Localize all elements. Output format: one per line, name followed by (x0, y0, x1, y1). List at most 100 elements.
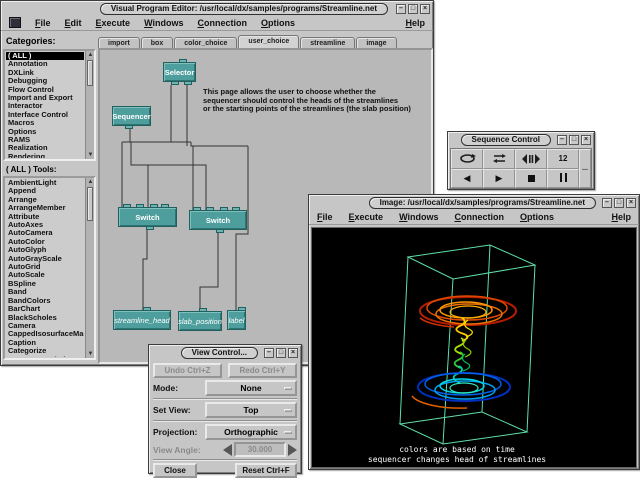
vpe-titlebar[interactable]: Visual Program Editor: /usr/local/dx/sam… (1, 1, 433, 15)
input-tab[interactable] (161, 204, 169, 208)
scroll-down-icon[interactable]: ▼ (87, 350, 94, 358)
node-streamline_head[interactable]: streamline_head (113, 310, 171, 330)
menu-file[interactable]: File (35, 18, 51, 28)
image-menubar: File Execute Windows Connection Options Help (309, 209, 639, 225)
maximize-icon[interactable]: □ (408, 4, 418, 14)
input-tab[interactable] (199, 308, 207, 312)
output-tab[interactable] (171, 81, 179, 85)
categories-label: Categories: (1, 36, 98, 48)
play-button[interactable]: ▶ (483, 169, 515, 189)
loop-button[interactable] (451, 149, 483, 169)
undo-button[interactable]: Undo Ctrl+Z (153, 363, 222, 378)
step-button[interactable] (515, 149, 547, 169)
input-tab[interactable] (193, 207, 201, 211)
frame-counter[interactable]: 12 (547, 149, 579, 169)
scroll-up-icon[interactable]: ▲ (87, 178, 94, 186)
view-control-titlebar[interactable]: View Control... – □ × (149, 345, 301, 359)
node-switch[interactable]: Switch (189, 210, 247, 230)
input-tab[interactable] (232, 207, 240, 211)
categories-scrollbar[interactable]: ▲ ▼ (85, 51, 94, 159)
node-label[interactable]: label (227, 310, 246, 330)
projection-label: Projection: (153, 427, 197, 437)
loop-icon (459, 153, 476, 164)
node-selector[interactable]: Selector (163, 62, 196, 82)
projection-dropdown[interactable]: Orthographic (205, 424, 297, 440)
menu-options[interactable]: Options (520, 212, 554, 222)
input-tab[interactable] (220, 207, 228, 211)
step-back-button[interactable]: ◀ (451, 169, 483, 189)
sequence-control-title: Sequence Control (461, 134, 551, 146)
tab-streamline[interactable]: streamline (300, 37, 355, 48)
redo-button[interactable]: Redo Ctrl+Y (228, 363, 297, 378)
node-slab_position[interactable]: slab_position (178, 311, 222, 331)
scroll-up-icon[interactable]: ▲ (87, 51, 94, 59)
expand-button[interactable]: ... (579, 149, 591, 188)
menu-help[interactable]: Help (405, 18, 425, 28)
wire (143, 227, 147, 310)
minimize-icon[interactable]: – (557, 135, 567, 145)
maximize-icon[interactable]: □ (569, 135, 579, 145)
stop-button[interactable] (515, 169, 547, 189)
tools-label: ( ALL ) Tools: (3, 161, 96, 176)
sequence-control-titlebar[interactable]: Sequence Control – □ × (448, 132, 594, 146)
tab-import[interactable]: import (98, 37, 140, 48)
menu-windows[interactable]: Windows (399, 212, 438, 222)
menu-execute[interactable]: Execute (96, 18, 131, 28)
streamline-visualization: colors are based on time sequencer chang… (312, 228, 636, 467)
close-button[interactable]: Close (153, 463, 197, 478)
output-tab[interactable] (184, 81, 192, 85)
minimize-icon[interactable]: – (602, 198, 612, 208)
tab-box[interactable]: box (141, 37, 173, 48)
close-icon[interactable]: × (288, 348, 298, 358)
tools-list: AmbientLightAppendArrangeArrangeMemberAt… (3, 176, 96, 360)
node-sequencer[interactable]: Sequencer (112, 106, 151, 126)
bottom-streamline-rings (412, 373, 510, 408)
palindrome-icon (492, 153, 507, 164)
list-item[interactable]: CategoryStatistics (6, 356, 84, 357)
render-viewport[interactable]: colors are based on time sequencer chang… (311, 227, 637, 468)
tab-color_choice[interactable]: color_choice (174, 37, 237, 48)
increase-angle-icon[interactable] (288, 444, 297, 456)
maximize-icon[interactable]: □ (276, 348, 286, 358)
input-tab[interactable] (179, 59, 187, 63)
input-tab[interactable] (123, 204, 131, 208)
minimize-icon[interactable]: – (264, 348, 274, 358)
decrease-angle-icon[interactable] (223, 444, 232, 456)
menu-file[interactable]: File (317, 212, 333, 222)
menu-options[interactable]: Options (261, 18, 295, 28)
input-tab[interactable] (238, 307, 246, 311)
menu-execute[interactable]: Execute (349, 212, 384, 222)
tools-scrollbar[interactable]: ▲ ▼ (85, 178, 94, 358)
reset-button[interactable]: Reset Ctrl+F (235, 463, 297, 478)
close-icon[interactable]: × (581, 135, 591, 145)
tab-user_choice[interactable]: user_choice (238, 35, 299, 48)
node-label: Selector (165, 68, 195, 77)
mode-dropdown[interactable]: None (205, 380, 297, 396)
output-tab[interactable] (125, 125, 133, 129)
input-tab[interactable] (150, 204, 158, 208)
close-icon[interactable]: × (626, 198, 636, 208)
input-tab[interactable] (143, 307, 151, 311)
pause-button[interactable] (547, 169, 579, 189)
tab-image[interactable]: image (356, 37, 396, 48)
image-titlebar[interactable]: Image: /usr/local/dx/samples/programs/St… (309, 195, 639, 209)
menu-windows[interactable]: Windows (144, 18, 183, 28)
view-control-title: View Control... (181, 347, 258, 359)
menu-connection[interactable]: Connection (198, 18, 248, 28)
output-tab[interactable] (216, 229, 224, 233)
maximize-icon[interactable]: □ (614, 198, 624, 208)
set-view-dropdown[interactable]: Top (205, 402, 297, 418)
menu-connection[interactable]: Connection (454, 212, 504, 222)
close-icon[interactable]: × (420, 4, 430, 14)
menu-help[interactable]: Help (611, 212, 631, 222)
input-tab[interactable] (136, 204, 144, 208)
node-switch[interactable]: Switch (118, 207, 177, 227)
menu-edit[interactable]: Edit (65, 18, 82, 28)
minimize-icon[interactable]: – (396, 4, 406, 14)
input-tab[interactable] (206, 207, 214, 211)
option-menu-indicator (284, 409, 292, 412)
output-tab[interactable] (146, 226, 154, 230)
list-item[interactable]: Rendering (6, 153, 84, 158)
scroll-down-icon[interactable]: ▼ (87, 151, 94, 159)
palindrome-button[interactable] (483, 149, 515, 169)
